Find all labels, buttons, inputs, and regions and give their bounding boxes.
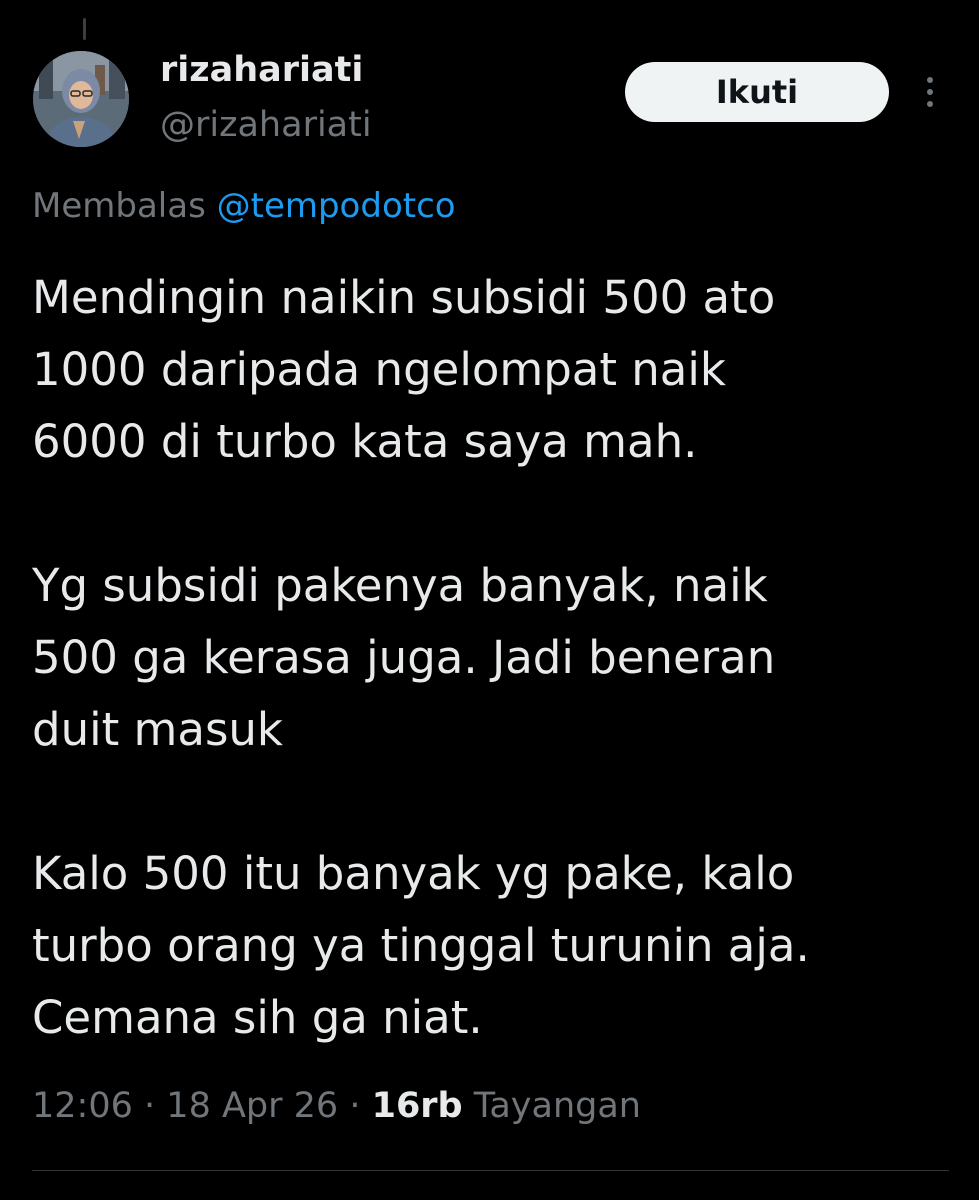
follow-button[interactable]: Ikuti <box>625 62 889 122</box>
reply-prefix: Membalas <box>32 186 206 226</box>
tweet-paragraph: Mendingin naikin subsidi 500 ato 1000 da… <box>32 262 962 478</box>
divider <box>32 1170 949 1171</box>
more-vertical-icon[interactable] <box>916 70 944 114</box>
tweet-line: 6000 di turbo kata saya mah. <box>32 415 698 468</box>
tweet-line: Kalo 500 itu banyak yg pake, kalo <box>32 847 795 900</box>
tweet-paragraph: Yg subsidi pakenya banyak, naik 500 ga k… <box>32 550 962 766</box>
tweet-line: duit masuk <box>32 703 283 756</box>
tweet-line: Yg subsidi pakenya banyak, naik <box>32 559 768 612</box>
tweet-time[interactable]: 12:06 <box>32 1086 133 1126</box>
tweet-line: 500 ga kerasa juga. Jadi beneran <box>32 631 776 684</box>
tweet-line: Mendingin naikin subsidi 500 ato <box>32 271 776 324</box>
tweet-date[interactable]: 18 Apr 26 <box>166 1086 338 1126</box>
more-dot <box>927 77 933 83</box>
tweet-line: turbo orang ya tinggal turunin aja. <box>32 919 810 972</box>
tweet-line: 1000 daripada ngelompat naik <box>32 343 726 396</box>
meta-separator: · <box>144 1086 156 1126</box>
reply-mention-link[interactable]: @tempodotco <box>217 186 456 226</box>
views-count[interactable]: 16rb <box>372 1086 463 1126</box>
reply-context: Membalas @tempodotco <box>32 186 456 226</box>
user-handle[interactable]: @rizahariati <box>160 105 372 145</box>
thread-connector-line <box>83 18 86 40</box>
tweet-line: Cemana sih ga niat. <box>32 991 483 1044</box>
more-dot <box>927 89 933 95</box>
avatar-image <box>33 51 129 147</box>
more-dot <box>927 101 933 107</box>
display-name[interactable]: rizahariati <box>160 50 363 90</box>
tweet-text: Mendingin naikin subsidi 500 ato 1000 da… <box>32 262 962 1054</box>
tweet-paragraph: Kalo 500 itu banyak yg pake, kalo turbo … <box>32 838 962 1054</box>
views-label[interactable]: Tayangan <box>474 1086 641 1126</box>
tweet-meta: 12:06 · 18 Apr 26 · 16rb Tayangan <box>32 1086 641 1126</box>
avatar[interactable] <box>33 51 129 147</box>
meta-separator: · <box>349 1086 361 1126</box>
